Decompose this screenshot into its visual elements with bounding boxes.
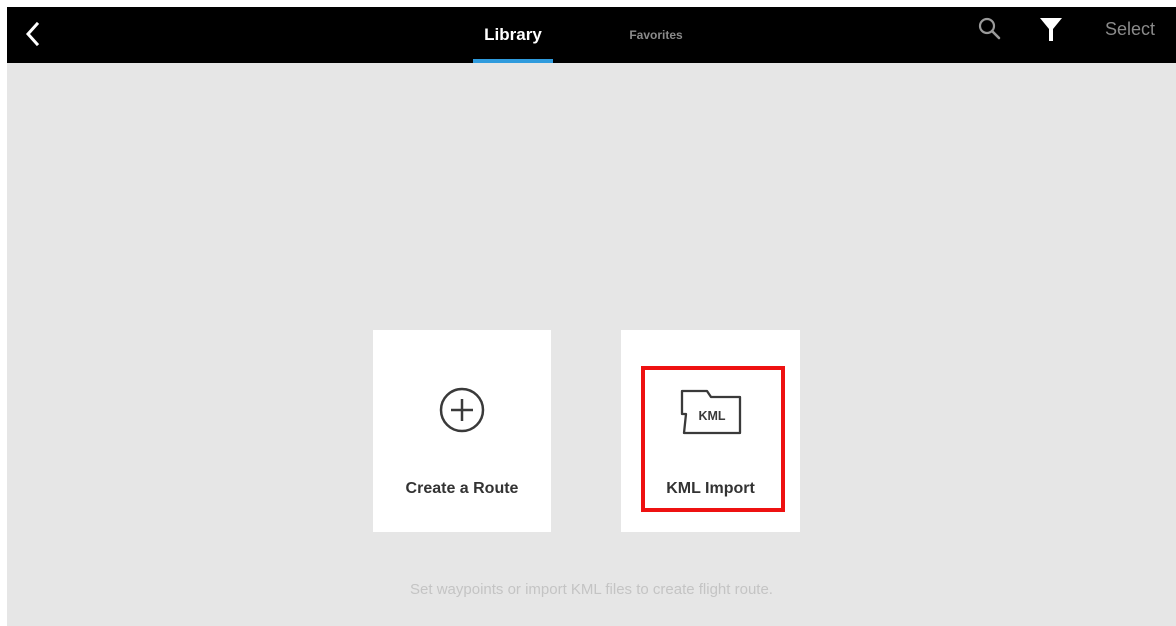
tab-library-label: Library — [484, 25, 542, 44]
tab-library[interactable]: Library — [473, 7, 553, 63]
create-route-label: Create a Route — [405, 480, 519, 497]
search-icon — [978, 17, 1001, 40]
back-button[interactable] — [19, 15, 47, 53]
search-button[interactable] — [975, 14, 1005, 44]
tab-favorites[interactable]: Favorites — [621, 7, 691, 63]
active-tab-indicator — [473, 59, 553, 63]
hint-text: Set waypoints or import KML files to cre… — [410, 581, 773, 598]
chevron-left-icon — [25, 21, 40, 47]
kml-folder-icon-text: KML — [698, 409, 725, 423]
kml-import-card[interactable]: KML KML Import — [621, 330, 800, 532]
select-button[interactable]: Select — [1090, 7, 1170, 51]
app-window: Library Favorites Select Create a Route … — [7, 7, 1176, 626]
top-bar: Library Favorites Select — [7, 7, 1176, 63]
tab-favorites-label: Favorites — [629, 28, 683, 42]
kml-import-label: KML Import — [666, 480, 755, 497]
kml-folder-icon: KML — [680, 389, 741, 435]
plus-circle-icon — [439, 387, 485, 433]
filter-button[interactable] — [1038, 16, 1064, 44]
create-route-card[interactable]: Create a Route — [373, 330, 551, 532]
filter-icon — [1040, 18, 1062, 41]
